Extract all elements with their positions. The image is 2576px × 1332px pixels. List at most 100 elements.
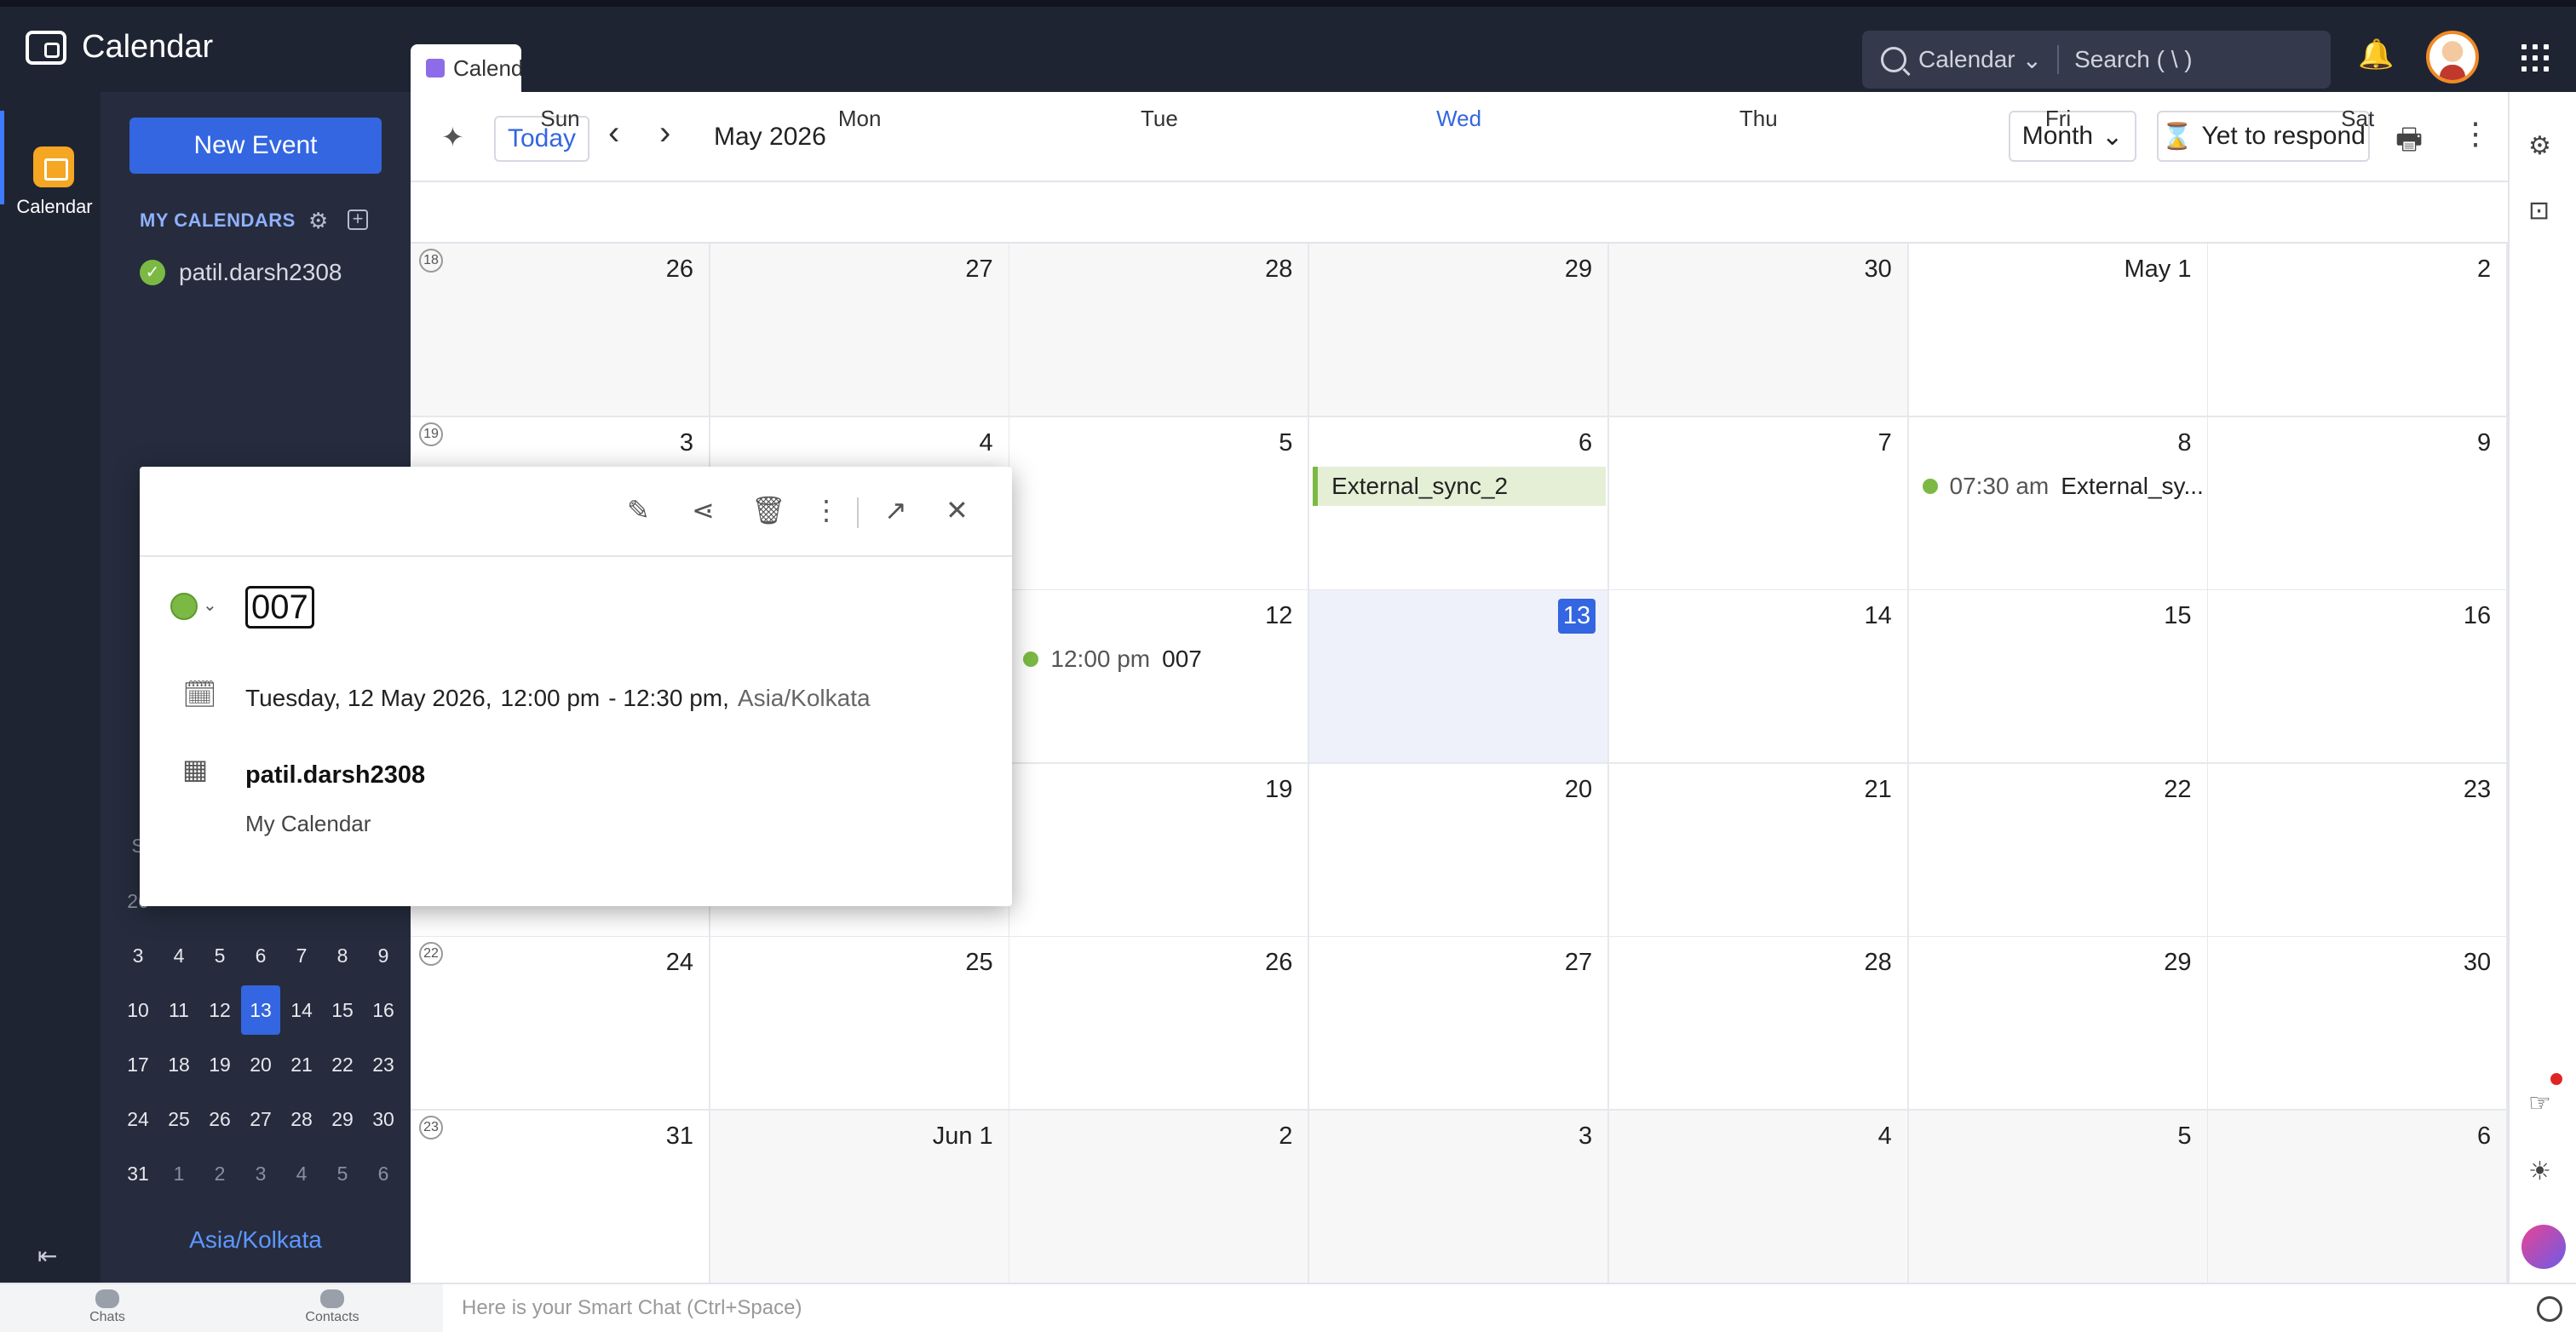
mini-day[interactable]: 18	[168, 1054, 190, 1077]
date-number[interactable]: 22	[2164, 776, 2191, 804]
date-number[interactable]: 29	[2164, 949, 2191, 977]
day-cell[interactable]: Jun 1	[710, 1111, 1010, 1284]
event-title[interactable]: 007	[245, 586, 314, 629]
today-date-number[interactable]: 13	[1557, 599, 1596, 634]
date-number[interactable]: 9	[2477, 429, 2491, 457]
mini-day[interactable]: 5	[337, 1163, 348, 1186]
date-number[interactable]: 28	[1865, 949, 1892, 977]
day-cell[interactable]: 26	[1009, 937, 1310, 1111]
search-bar[interactable]: Calendar ⌄ Search ( \ )	[1862, 31, 2331, 89]
day-cell[interactable]: 30	[1608, 244, 1909, 417]
apps-grid-icon[interactable]	[2521, 44, 2549, 72]
date-number[interactable]: Jun 1	[933, 1122, 993, 1151]
mini-day[interactable]: 22	[331, 1054, 354, 1077]
day-cell[interactable]: 29	[1908, 937, 2209, 1111]
event-color-picker[interactable]	[170, 593, 198, 620]
day-cell[interactable]: 7	[1608, 416, 1909, 591]
day-cell[interactable]: 5	[1908, 1111, 2209, 1284]
my-calendars-heading[interactable]: MY CALENDARS	[140, 210, 296, 232]
mini-day[interactable]: 28	[290, 1108, 313, 1131]
mini-day[interactable]: 19	[209, 1054, 231, 1077]
week-number[interactable]: 18	[419, 249, 443, 273]
day-cell[interactable]: 27	[1309, 937, 1610, 1111]
date-number[interactable]: 24	[666, 949, 693, 977]
date-number[interactable]: 5	[2177, 1122, 2191, 1151]
mini-day[interactable]: 7	[296, 944, 308, 967]
day-cell[interactable]: 27	[710, 244, 1010, 417]
day-cell[interactable]: 30	[2208, 937, 2509, 1111]
date-number[interactable]: 3	[680, 429, 693, 457]
day-cell[interactable]: 9	[2208, 416, 2509, 591]
theme-toggle-icon[interactable]: ☀	[2528, 1157, 2551, 1186]
date-number[interactable]: 30	[1865, 255, 1892, 284]
mini-day[interactable]: 12	[209, 999, 231, 1022]
mini-day-selected[interactable]: 13	[241, 985, 280, 1035]
day-cell[interactable]: 24 22	[411, 937, 710, 1111]
contacts-button[interactable]: Contacts	[290, 1289, 375, 1325]
mini-day[interactable]: 29	[331, 1108, 354, 1131]
mini-day[interactable]: 20	[250, 1054, 272, 1077]
date-number[interactable]: 20	[1565, 776, 1592, 804]
event-chip[interactable]: External_sync_2	[1313, 466, 1607, 506]
day-cell[interactable]: 31 23	[411, 1111, 710, 1284]
timezone-link[interactable]: Asia/Kolkata	[101, 1226, 411, 1254]
day-cell[interactable]: 21	[1608, 763, 1909, 938]
checkmark-icon[interactable]: ✓	[140, 260, 165, 285]
open-icon[interactable]: ↗	[884, 494, 907, 526]
day-cell[interactable]: May 1	[1908, 244, 2209, 417]
day-cell[interactable]: 23	[2208, 763, 2509, 938]
mini-day[interactable]: 30	[372, 1108, 394, 1131]
new-event-button[interactable]: New Event	[129, 118, 382, 174]
mini-day[interactable]: 17	[127, 1054, 149, 1077]
date-number[interactable]: 3	[1578, 1122, 1592, 1151]
date-number[interactable]: 7	[1878, 429, 1892, 457]
event-chip[interactable]: 07:30 am External_sy...	[1922, 467, 2204, 506]
chats-button[interactable]: Chats	[65, 1289, 150, 1325]
date-number[interactable]: 19	[1265, 776, 1292, 804]
bell-icon[interactable]: 🔔	[2358, 37, 2394, 72]
date-number[interactable]: 27	[965, 255, 992, 284]
day-cell[interactable]: 2	[2208, 244, 2509, 417]
day-cell[interactable]: 13	[1309, 590, 1610, 765]
date-number[interactable]: 15	[2164, 602, 2191, 630]
date-number[interactable]: 5	[1279, 429, 1292, 457]
mini-day[interactable]: 4	[296, 1163, 308, 1186]
close-icon[interactable]: ✕	[946, 494, 969, 526]
mini-day[interactable]: 16	[372, 999, 394, 1022]
day-cell[interactable]: 28	[1009, 244, 1310, 417]
add-icon[interactable]: +	[348, 210, 368, 230]
mini-day[interactable]: 10	[127, 999, 149, 1022]
mini-day[interactable]: 21	[290, 1054, 313, 1077]
day-cell[interactable]: 8 07:30 am External_sy...	[1908, 416, 2209, 591]
avatar[interactable]	[2426, 31, 2479, 83]
pointer-icon[interactable]: ☞	[2528, 1088, 2551, 1118]
collapse-icon[interactable]: ⇤	[37, 1242, 57, 1270]
day-cell[interactable]: 28	[1608, 937, 1909, 1111]
share-icon[interactable]: ⋖	[692, 494, 715, 526]
calendar-list-item[interactable]: ✓ patil.darsh2308	[140, 259, 342, 286]
day-cell[interactable]: 16	[2208, 590, 2509, 765]
date-number[interactable]: 27	[1565, 949, 1592, 977]
event-chip[interactable]: 12:00 pm 007	[1023, 640, 1304, 679]
mini-day[interactable]: 31	[127, 1163, 149, 1186]
smart-chat-input[interactable]: Here is your Smart Chat (Ctrl+Space)	[462, 1296, 802, 1320]
mini-day[interactable]: 23	[372, 1054, 394, 1077]
rail-item-calendar[interactable]: Calendar	[0, 111, 101, 217]
mini-day[interactable]: 5	[215, 944, 226, 967]
chevron-down-icon[interactable]: ⌄	[203, 594, 217, 616]
day-cell[interactable]: 14	[1608, 590, 1909, 765]
date-number[interactable]: 14	[1865, 602, 1892, 630]
week-number[interactable]: 19	[419, 422, 443, 446]
week-number[interactable]: 22	[419, 942, 443, 967]
mini-day[interactable]: 3	[133, 944, 144, 967]
mini-day[interactable]: 6	[378, 1163, 389, 1186]
trash-icon[interactable]: 🗑	[751, 494, 786, 526]
day-cell[interactable]: 4	[1608, 1111, 1909, 1284]
mini-day[interactable]: 4	[174, 944, 185, 967]
more-icon[interactable]: ⋮	[813, 494, 840, 526]
day-cell[interactable]: 29	[1309, 244, 1610, 417]
date-number[interactable]: 26	[1265, 949, 1292, 977]
mini-day[interactable]: 1	[174, 1163, 185, 1186]
date-number[interactable]: 25	[965, 949, 992, 977]
day-cell[interactable]: 6	[2208, 1111, 2509, 1284]
